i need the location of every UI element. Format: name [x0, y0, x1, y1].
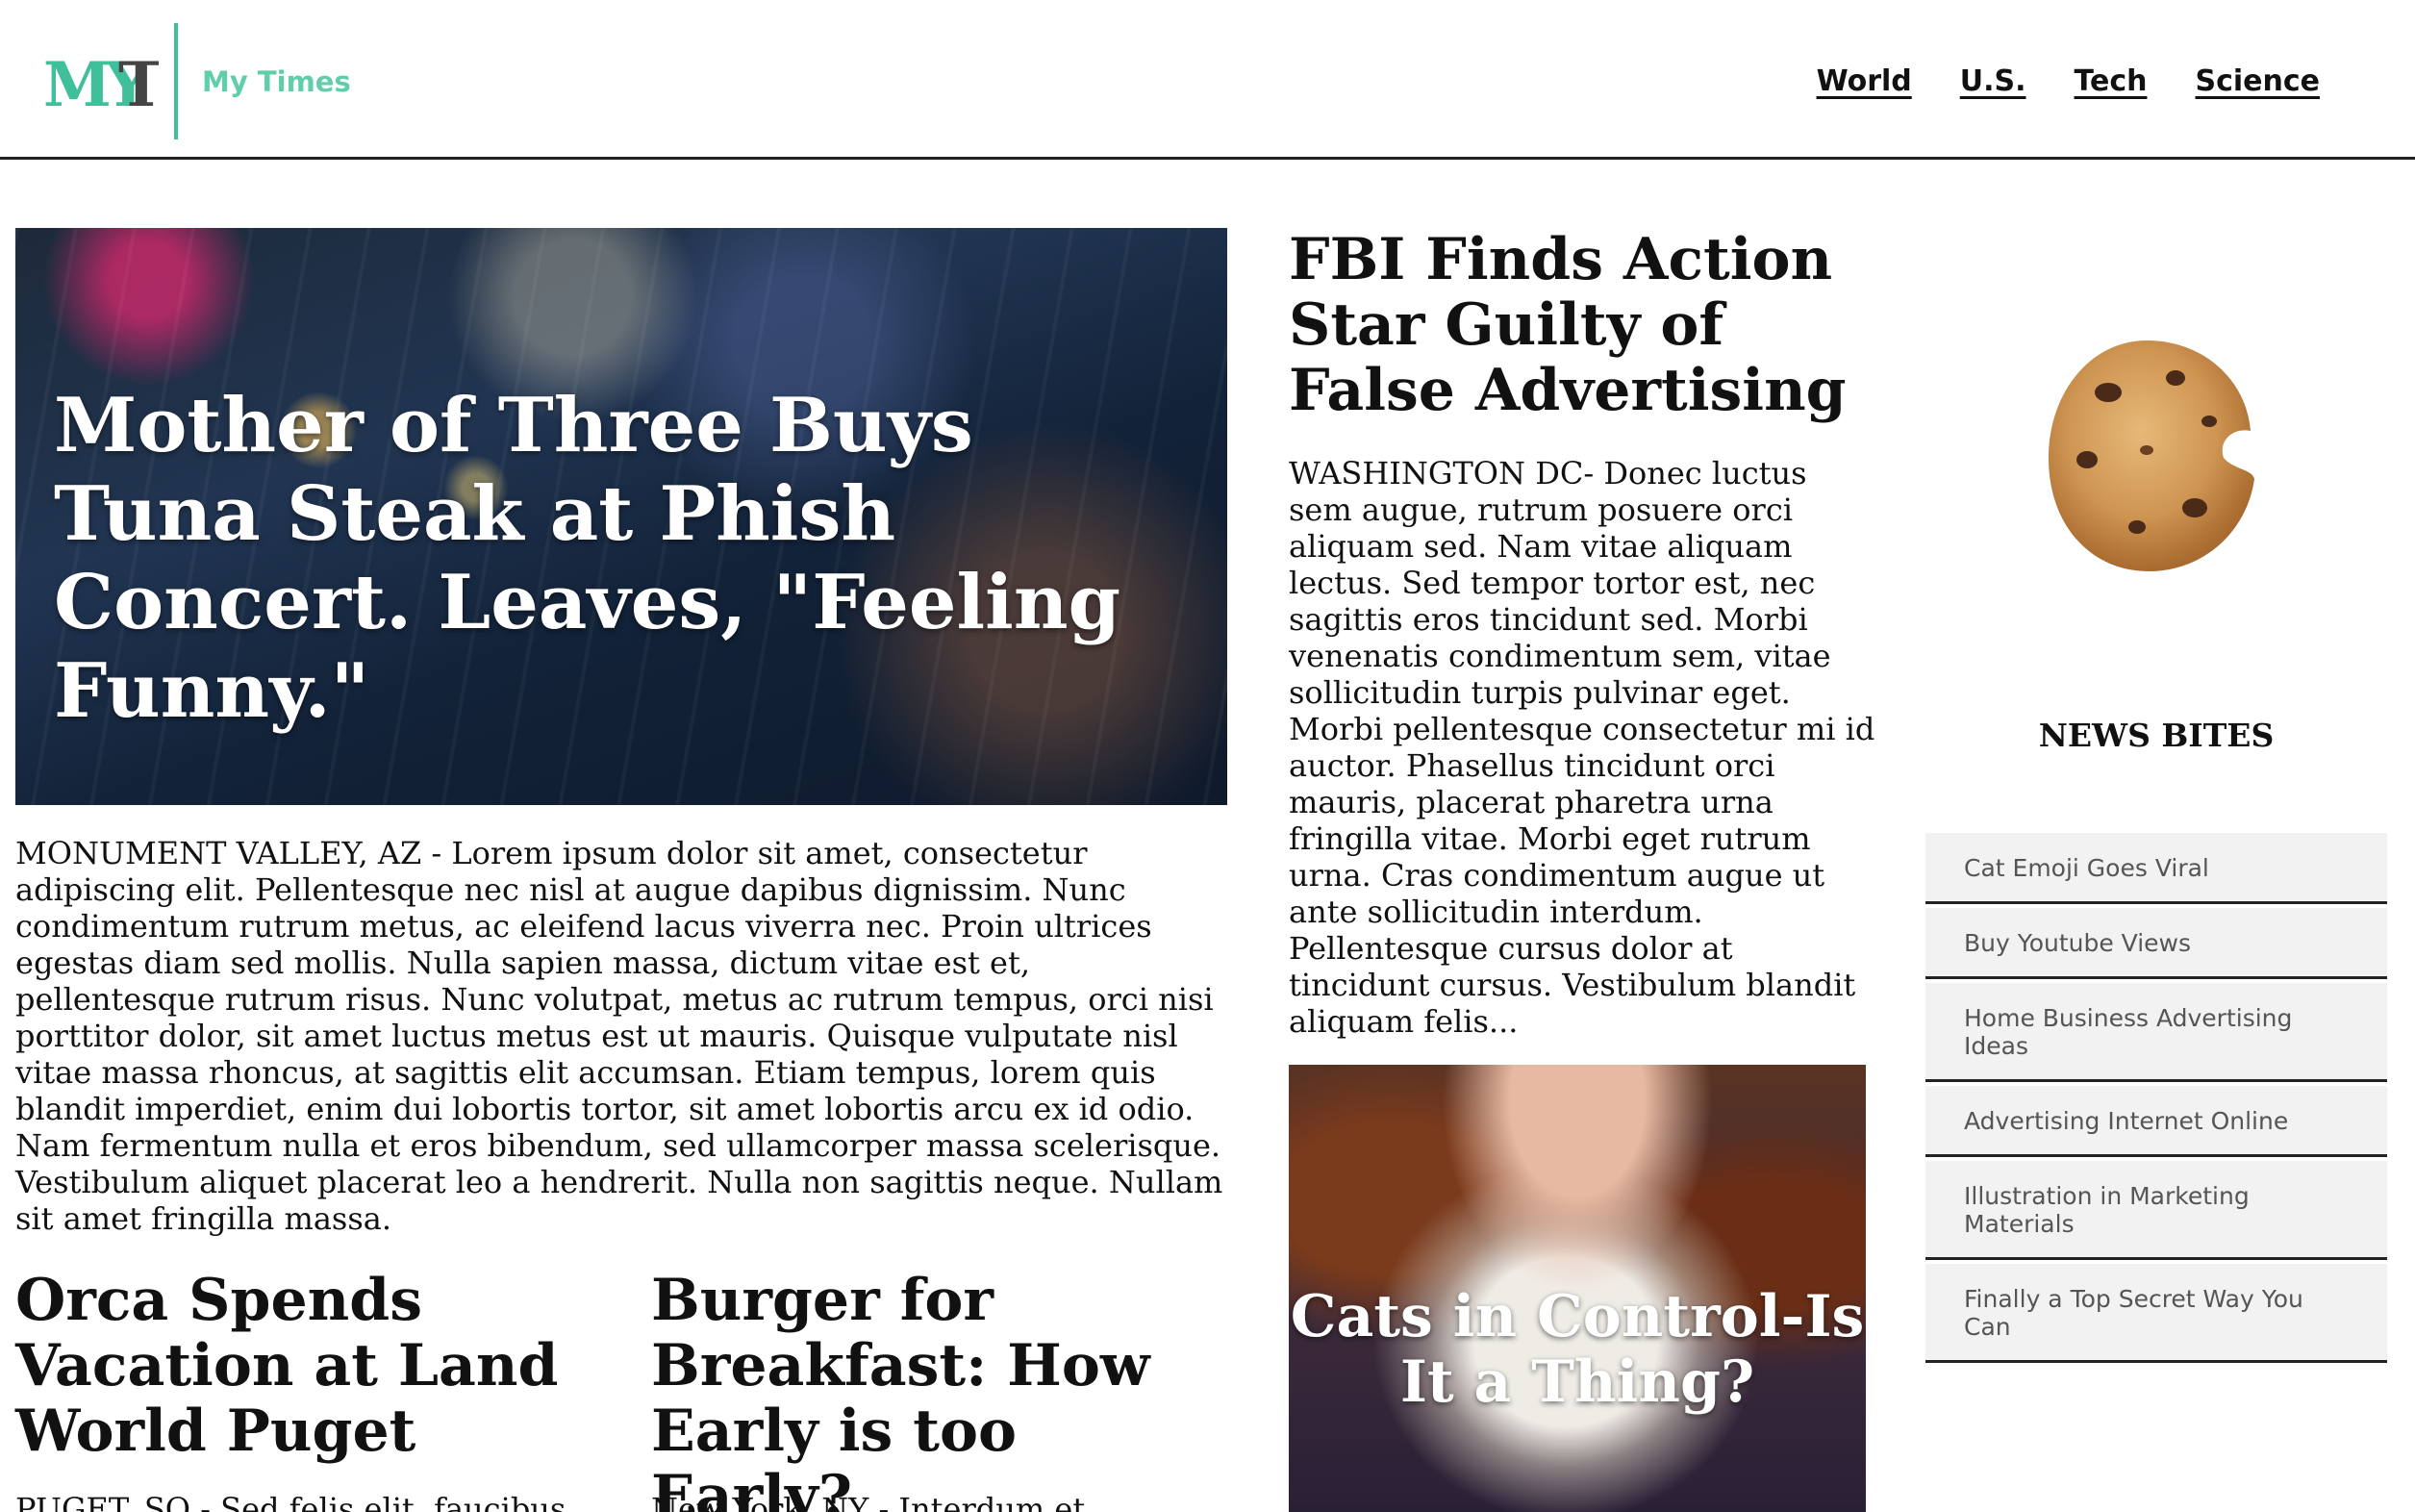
nav-science[interactable]: Science — [2195, 64, 2320, 98]
news-bite-item[interactable]: Advertising Internet Online — [1925, 1086, 2387, 1157]
bitten-cookie-image — [2041, 335, 2262, 580]
brand-name[interactable]: My Times — [202, 65, 351, 98]
cats-feature-image[interactable]: Cats in Control-Is It a Thing? — [1289, 1065, 1866, 1512]
logo-divider — [174, 23, 178, 139]
orca-article-body: PUGET, SO - Sed felis elit, faucibus et — [15, 1491, 566, 1512]
myt-logo[interactable]: MY T — [43, 46, 164, 121]
hero-article-body: MONUMENT VALLEY, AZ - Lorem ipsum dolor … — [15, 835, 1223, 1237]
nav-world[interactable]: World — [1817, 64, 1912, 98]
news-bite-item[interactable]: Finally a Top Secret Way You Can — [1925, 1264, 2387, 1363]
fbi-article-body: WASHINGTON DC- Donec luctus sem augue, r… — [1289, 455, 1875, 1040]
news-bite-item[interactable]: Cat Emoji Goes Viral — [1925, 833, 2387, 904]
news-bites-list: Cat Emoji Goes Viral Buy Youtube Views H… — [1925, 833, 2387, 1367]
burger-article-body: New York, NY - Interdum et — [651, 1491, 1086, 1512]
news-bite-item[interactable]: Illustration in Marketing Materials — [1925, 1161, 2387, 1260]
main-nav: World U.S. Tech Science — [1817, 64, 2320, 98]
nav-tech[interactable]: Tech — [2075, 64, 2148, 98]
fbi-headline[interactable]: FBI Finds Action Star Guilty of False Ad… — [1289, 227, 1885, 423]
hero-headline[interactable]: Mother of Three Buys Tuna Steak at Phish… — [54, 382, 1189, 736]
news-bite-item[interactable]: Home Business Advertising Ideas — [1925, 983, 2387, 1082]
news-bites-title: NEWS BITES — [2038, 717, 2275, 754]
site-header: MY T My Times World U.S. Tech Science — [0, 0, 2415, 160]
hero-image[interactable]: Mother of Three Buys Tuna Steak at Phish… — [15, 228, 1227, 805]
nav-us[interactable]: U.S. — [1960, 64, 2026, 98]
logo-mark: MY T — [43, 49, 164, 121]
orca-headline[interactable]: Orca Spends Vacation at Land World Puget — [15, 1268, 592, 1464]
cats-headline[interactable]: Cats in Control-Is It a Thing? — [1289, 1284, 1866, 1415]
burger-headline[interactable]: Burger for Breakfast: How Early is too E… — [651, 1268, 1228, 1512]
news-bite-item[interactable]: Buy Youtube Views — [1925, 908, 2387, 979]
svg-text:T: T — [118, 49, 159, 115]
